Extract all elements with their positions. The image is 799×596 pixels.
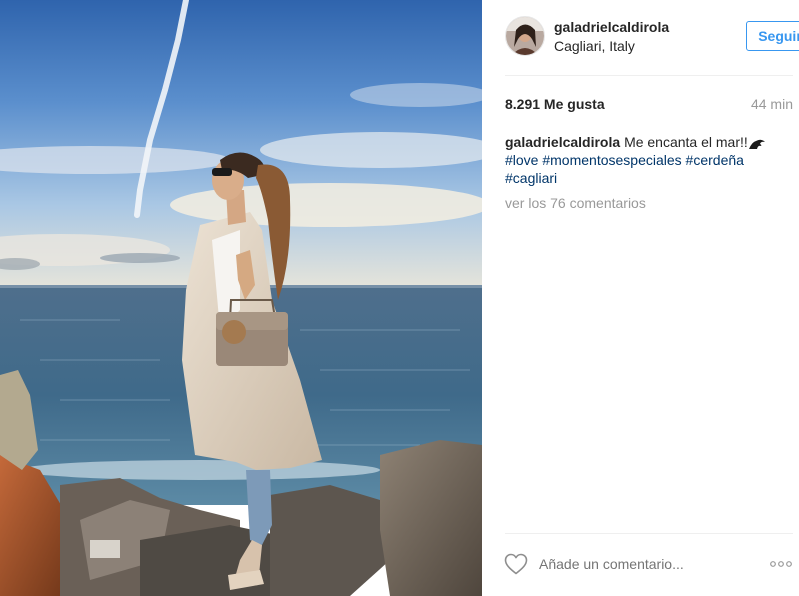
caption-text: Me encanta el mar!! [624,134,748,150]
likes-count[interactable]: 8.291 Me gusta [505,96,605,112]
hashtag-love[interactable]: #love [505,152,538,168]
post-timestamp[interactable]: 44 min [751,96,793,112]
avatar[interactable] [505,16,545,56]
post-photo[interactable] [0,0,482,596]
post-caption: galadrielcaldirola Me encanta el mar!! #… [505,133,780,187]
hashtag-cerdena[interactable]: #cerdeña [686,152,744,168]
hashtag-momentosespeciales[interactable]: #momentosespeciales [542,152,681,168]
follow-button[interactable]: Seguir [746,21,799,51]
post-sidebar: galadrielcaldirola Cagliari, Italy Segui… [482,0,799,596]
header-divider [505,75,793,76]
post-photo-image [0,0,482,596]
instagram-post: galadrielcaldirola Cagliari, Italy Segui… [0,0,799,596]
location-link[interactable]: Cagliari, Italy [554,38,635,54]
heart-icon[interactable] [504,553,528,575]
view-comments-link[interactable]: ver los 76 comentarios [505,195,646,211]
more-options-icon[interactable] [769,555,793,573]
comment-input[interactable] [539,556,719,572]
post-header: galadrielcaldirola Cagliari, Italy Segui… [505,15,799,59]
caption-username[interactable]: galadrielcaldirola [505,134,620,150]
avatar-image [506,17,544,55]
hashtag-cagliari[interactable]: #cagliari [505,170,557,186]
username-link[interactable]: galadrielcaldirola [554,19,669,35]
footer-divider [505,533,793,534]
wave-emoji-icon [748,139,765,149]
